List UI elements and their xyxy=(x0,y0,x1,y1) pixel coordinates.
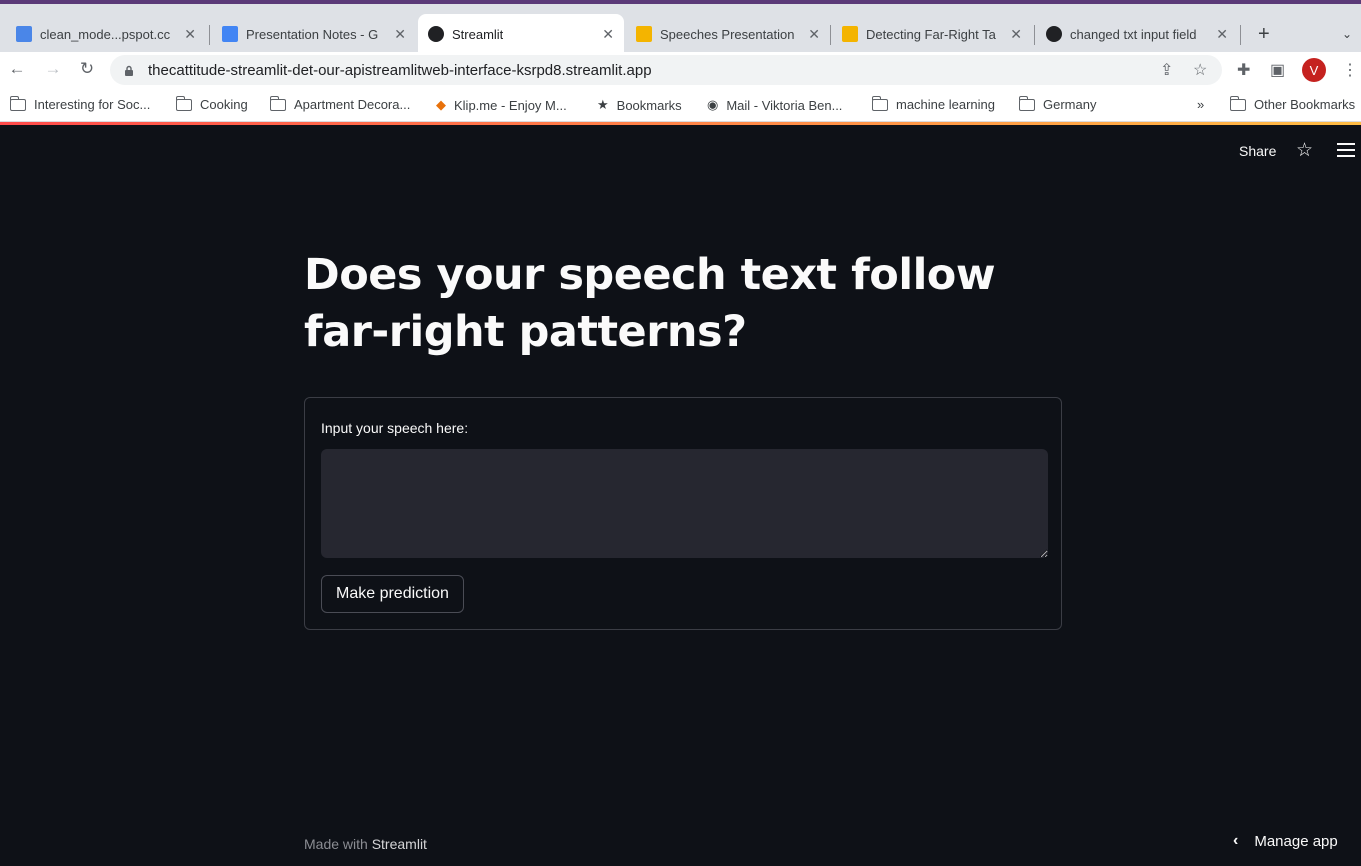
tab-divider xyxy=(1240,25,1241,45)
docs-icon xyxy=(222,26,238,42)
github-icon xyxy=(1046,26,1062,42)
slides-icon xyxy=(636,26,652,42)
side-panel-icon[interactable]: ▣ xyxy=(1270,60,1285,80)
arrow-right-icon: → xyxy=(44,59,62,78)
footer-prefix: Made with xyxy=(304,836,368,852)
share-page-icon[interactable]: ⇪ xyxy=(1160,60,1173,80)
plus-icon: + xyxy=(1258,22,1270,45)
klip-icon: ◆ xyxy=(436,97,446,112)
tab-presentation-notes[interactable]: Presentation Notes - G ✕ xyxy=(212,14,416,54)
folder-icon xyxy=(175,95,192,111)
folder-icon xyxy=(9,95,26,111)
tab-speeches-presentation[interactable]: Speeches Presentation ✕ xyxy=(626,14,830,54)
close-icon[interactable]: ✕ xyxy=(1010,26,1022,43)
share-button[interactable]: Share xyxy=(1239,143,1276,159)
bookmark-label: Other Bookmarks xyxy=(1254,97,1356,112)
bookmark-bookmarks[interactable]: ★ Bookmarks xyxy=(597,97,682,113)
favorite-star-icon[interactable]: ☆ xyxy=(1296,139,1313,162)
tab-streamlit[interactable]: Streamlit ✕ xyxy=(418,14,624,54)
close-icon[interactable]: ✕ xyxy=(808,26,820,43)
lock-icon xyxy=(125,65,133,76)
close-icon[interactable]: ✕ xyxy=(184,26,196,43)
folder-icon xyxy=(1229,95,1246,111)
tab-divider xyxy=(1034,25,1035,45)
bookmarks-bar: Interesting for Soc... Cooking Apartment… xyxy=(0,88,1361,122)
manage-app-button[interactable]: ‹ Manage app xyxy=(1233,832,1338,850)
make-prediction-button[interactable]: Make prediction xyxy=(321,575,464,613)
close-icon[interactable]: ✕ xyxy=(394,26,406,43)
streamlit-link[interactable]: Streamlit xyxy=(372,836,427,852)
bookmark-label: machine learning xyxy=(896,97,996,112)
more-options-icon[interactable]: ⋮ xyxy=(1342,60,1358,80)
page-title: Does your speech text follow far-right p… xyxy=(304,250,996,357)
overflow-icon: » xyxy=(1197,97,1205,112)
address-bar[interactable]: thecattitude-streamlit-det-our-apistream… xyxy=(110,55,1222,85)
bookmark-machine-learning[interactable]: machine learning xyxy=(871,95,996,112)
bookmark-label: Mail - Viktoria Ben... xyxy=(726,97,843,113)
tab-divider xyxy=(209,25,210,45)
tab-label: clean_mode...pspot.cc xyxy=(40,26,171,42)
url-text: thecattitude-streamlit-det-our-apistream… xyxy=(148,61,652,79)
speech-textarea[interactable] xyxy=(321,449,1048,558)
tab-label: Speeches Presentation xyxy=(660,26,795,42)
bookmark-germany[interactable]: Germany xyxy=(1018,95,1097,112)
browser-chrome: clean_mode...pspot.cc ✕ Presentation Not… xyxy=(0,0,1361,125)
folder-icon xyxy=(871,95,888,111)
globe-icon: ◉ xyxy=(707,97,719,112)
tab-strip: clean_mode...pspot.cc ✕ Presentation Not… xyxy=(0,0,1361,54)
slides-icon xyxy=(842,26,858,42)
hamburger-menu-icon[interactable] xyxy=(1337,143,1355,161)
profile-avatar[interactable]: V xyxy=(1302,58,1326,82)
folder-icon xyxy=(269,95,286,111)
bookmark-klip[interactable]: ◆ Klip.me - Enjoy M... xyxy=(436,97,567,113)
bookmark-star-icon[interactable]: ☆ xyxy=(1193,60,1207,80)
bookmark-interesting[interactable]: Interesting for Soc... xyxy=(9,95,151,112)
prediction-form: Input your speech here: Make prediction xyxy=(304,397,1062,630)
bookmark-label: Apartment Decora... xyxy=(294,97,411,112)
close-icon[interactable]: ✕ xyxy=(1216,26,1228,43)
sheets-icon xyxy=(16,26,32,42)
manage-app-label: Manage app xyxy=(1254,832,1338,850)
bookmark-label: Germany xyxy=(1043,97,1097,112)
back-button[interactable]: ← xyxy=(6,59,28,79)
tab-detecting-far-right[interactable]: Detecting Far-Right Ta ✕ xyxy=(832,14,1032,54)
bookmarks-overflow-button[interactable]: » xyxy=(1197,97,1204,112)
speech-input-label: Input your speech here: xyxy=(321,420,469,436)
footer: Made with Streamlit xyxy=(304,836,427,852)
bookmark-label: Klip.me - Enjoy M... xyxy=(454,97,567,113)
forward-button[interactable]: → xyxy=(42,59,64,79)
tab-label: Presentation Notes - G xyxy=(246,26,379,42)
other-bookmarks[interactable]: Other Bookmarks xyxy=(1229,95,1356,112)
browser-toolbar: ← → ↻ thecattitude-streamlit-det-our-api… xyxy=(0,52,1361,88)
close-icon[interactable]: ✕ xyxy=(602,26,614,43)
bookmark-mail[interactable]: ◉ Mail - Viktoria Ben... xyxy=(707,97,842,113)
bookmark-label: Bookmarks xyxy=(616,97,682,113)
tab-search-button[interactable]: ⌄ xyxy=(1332,14,1358,54)
tab-clean-model[interactable]: clean_mode...pspot.cc ✕ xyxy=(6,14,206,54)
streamlit-app: Share ☆ Does your speech text follow far… xyxy=(0,125,1361,866)
tab-github-commit[interactable]: changed txt input field ✕ xyxy=(1036,14,1238,54)
tab-label: changed txt input field xyxy=(1070,26,1197,42)
tab-label: Detecting Far-Right Ta xyxy=(866,26,996,42)
extensions-icon[interactable]: ✚ xyxy=(1237,60,1250,80)
folder-icon xyxy=(1018,95,1035,111)
reload-icon: ↻ xyxy=(79,59,95,78)
bookmark-label: Interesting for Soc... xyxy=(34,97,151,112)
bookmark-label: Cooking xyxy=(200,97,248,112)
bookmark-apartment[interactable]: Apartment Decora... xyxy=(269,95,411,112)
bookmark-cooking[interactable]: Cooking xyxy=(175,95,248,112)
tab-divider xyxy=(830,25,831,45)
arrow-left-icon: ← xyxy=(8,59,26,78)
tab-label: Streamlit xyxy=(452,26,504,42)
new-tab-button[interactable]: + xyxy=(1248,14,1278,54)
star-icon: ★ xyxy=(597,97,609,112)
reload-button[interactable]: ↻ xyxy=(76,59,98,79)
streamlit-icon xyxy=(428,26,444,42)
chevron-left-icon: ‹ xyxy=(1233,832,1239,849)
chevron-down-icon: ⌄ xyxy=(1342,27,1353,41)
